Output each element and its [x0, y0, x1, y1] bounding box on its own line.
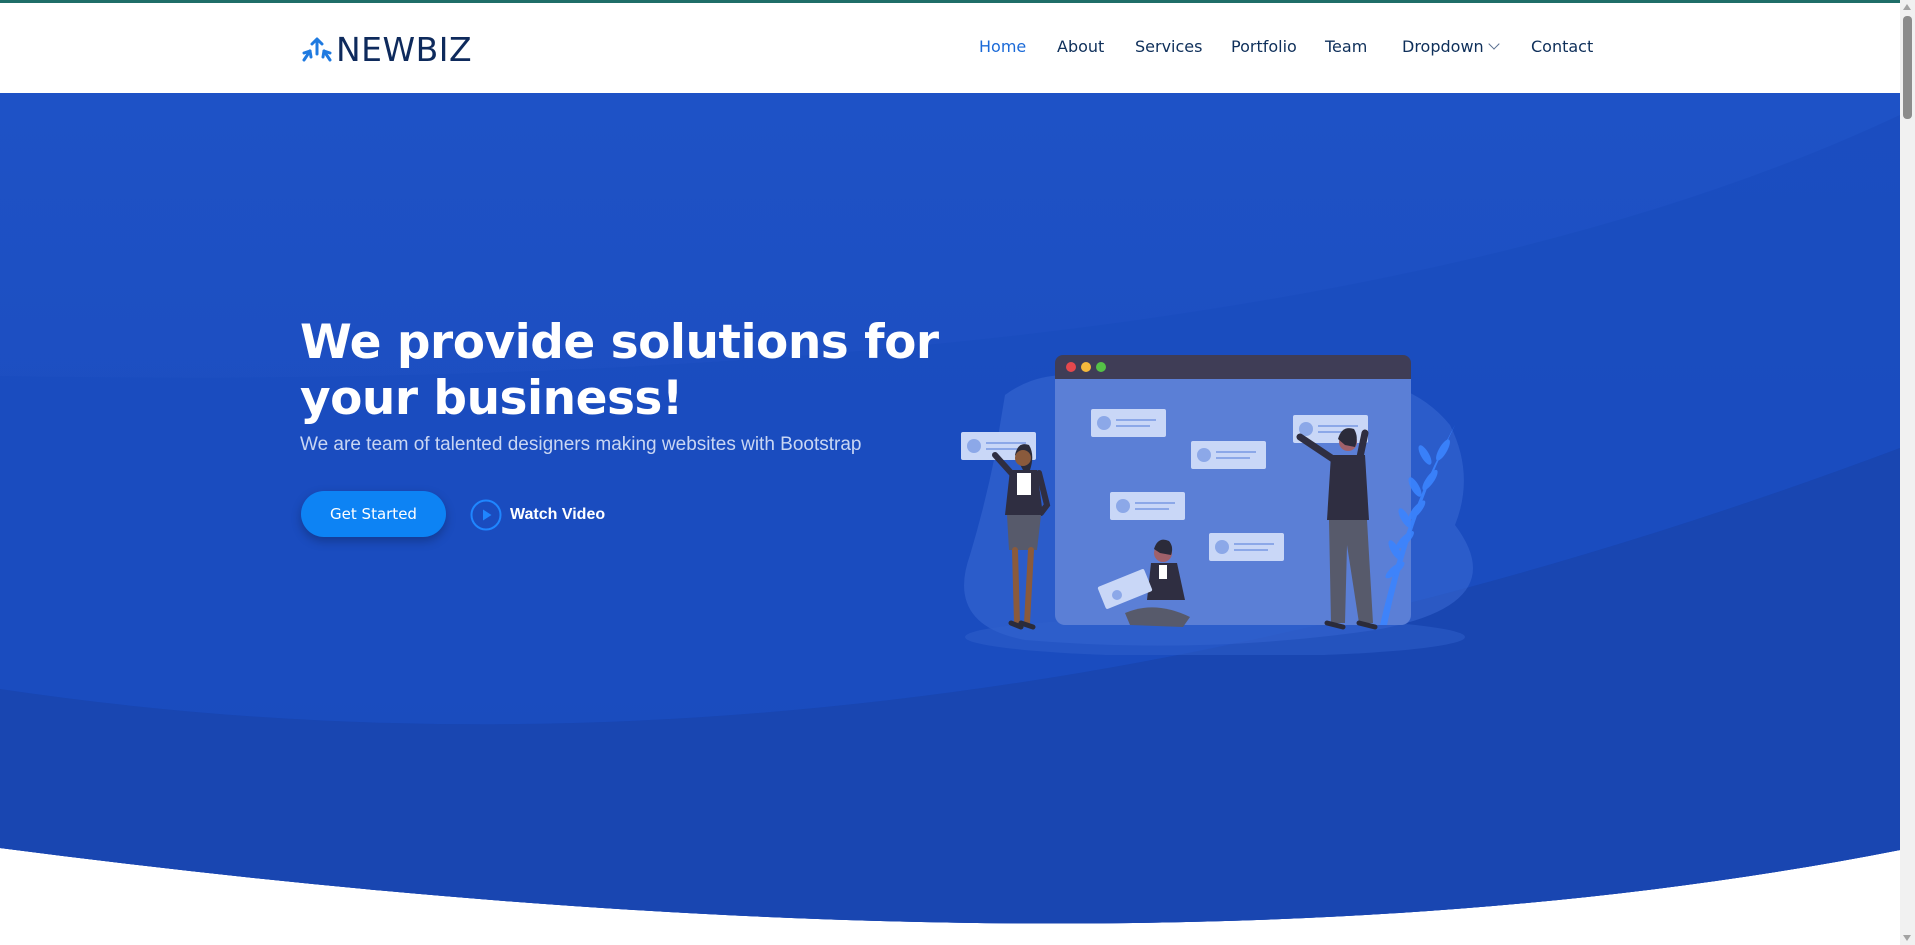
hero-subtitle: We are team of talented designers making…	[300, 434, 862, 455]
scroll-up-arrow-icon[interactable]	[1903, 4, 1911, 10]
vertical-scrollbar[interactable]	[1900, 0, 1915, 945]
nav-portfolio[interactable]: Portfolio	[1231, 37, 1297, 56]
team-collaboration-illustration	[961, 355, 1473, 655]
hero-title: We provide solutions for your business!	[300, 315, 939, 426]
nav-contact[interactable]: Contact	[1531, 37, 1593, 56]
watch-video-link[interactable]: Watch Video	[470, 498, 605, 532]
nav-about[interactable]: About	[1057, 37, 1104, 56]
watch-video-label: Watch Video	[510, 506, 606, 523]
chevron-down-icon	[1488, 38, 1500, 50]
nav-team[interactable]: Team	[1325, 37, 1367, 56]
main-nav: Home About Services Portfolio Team Dropd…	[0, 37, 1900, 61]
get-started-button[interactable]: Get Started	[301, 491, 446, 537]
play-circle-icon	[470, 499, 502, 531]
nav-services[interactable]: Services	[1135, 37, 1202, 56]
hero-background	[0, 93, 1900, 924]
nav-dropdown[interactable]: Dropdown	[1402, 37, 1500, 57]
hero-section: We provide solutions for your business! …	[0, 93, 1900, 945]
nav-dropdown-label[interactable]: Dropdown	[1402, 37, 1484, 56]
header: NEWBIZ Home About Services Portfolio Tea…	[0, 3, 1900, 93]
nav-home[interactable]: Home	[979, 37, 1026, 56]
scroll-down-arrow-icon[interactable]	[1903, 935, 1911, 941]
scrollbar-thumb[interactable]	[1903, 16, 1912, 119]
